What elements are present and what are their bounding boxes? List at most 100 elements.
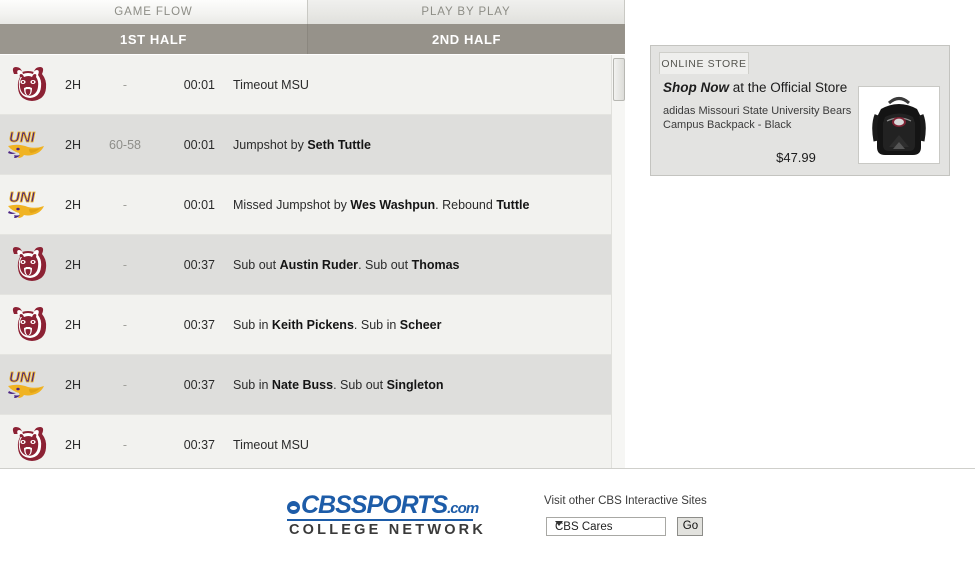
play-period: 2H xyxy=(65,197,81,212)
half-selector-bar: 1ST HALF 2ND HALF xyxy=(0,24,625,54)
backpack-icon xyxy=(859,87,939,163)
play-score: - xyxy=(122,197,128,212)
cbs-sports-college-network-logo[interactable]: CBSSPORTS.com COLLEGE NETWORK xyxy=(287,491,483,538)
northern-iowa-panthers-logo-icon: UNI xyxy=(7,368,44,398)
missouri-state-bears-logo-icon xyxy=(12,246,46,281)
college-network-text: COLLEGE NETWORK xyxy=(289,522,487,538)
half-tab-2nd[interactable]: 2ND HALF xyxy=(308,24,625,54)
online-store-tab-label: ONLINE STORE xyxy=(659,52,749,74)
play-score: 60-58 xyxy=(109,137,141,152)
tab-game-flow[interactable]: GAME FLOW xyxy=(0,0,308,24)
playlist-scrollbar-track[interactable] xyxy=(611,55,625,468)
play-description: Timeout MSU xyxy=(215,78,611,92)
play-clock: 00:37 xyxy=(183,317,215,332)
right-rail: ONLINE STORE Shop Now at the Official St… xyxy=(625,0,975,468)
missouri-state-bears-logo-icon xyxy=(12,306,46,341)
northern-iowa-panthers-logo-icon: UNI xyxy=(7,128,44,158)
store-product-image[interactable] xyxy=(858,86,940,164)
cbs-sports-text: CBSSPORTS xyxy=(301,491,448,519)
play-text: Timeout MSU xyxy=(233,77,309,92)
play-player-name: Keith Pickens xyxy=(271,317,354,332)
site-footer: CBSSPORTS.com COLLEGE NETWORK Visit othe… xyxy=(0,469,975,556)
play-text: Sub in xyxy=(233,377,272,392)
online-store-module: ONLINE STORE Shop Now at the Official St… xyxy=(650,45,950,176)
cbs-logo-underline xyxy=(287,519,473,521)
play-text: . Sub out xyxy=(358,257,412,272)
visit-other-sites-label: Visit other CBS Interactive Sites xyxy=(544,495,707,507)
play-text: Jumpshot by xyxy=(233,137,308,152)
chevron-down-icon xyxy=(555,521,563,526)
play-period: 2H xyxy=(65,377,81,392)
store-headline-rest: at the Official Store xyxy=(729,80,848,95)
play-player-name: Wes Washpun xyxy=(350,197,436,212)
team-logo-cell xyxy=(0,295,55,355)
play-clock: 00:01 xyxy=(183,137,215,152)
play-text: Missed Jumpshot by xyxy=(233,197,351,212)
play-score: - xyxy=(122,317,128,332)
main-tab-strip: GAME FLOW PLAY BY PLAY xyxy=(0,0,625,24)
play-description: Sub out Austin Ruder. Sub out Thomas xyxy=(215,258,611,272)
play-player-name: Nate Buss xyxy=(271,377,334,392)
store-product-name[interactable]: adidas Missouri State University Bears C… xyxy=(663,104,861,132)
play-description: Jumpshot by Seth Tuttle xyxy=(215,138,611,152)
team-logo-cell: UNI xyxy=(0,115,55,175)
play-description: Sub in Keith Pickens. Sub in Scheer xyxy=(215,318,611,332)
interactive-sites-select[interactable]: CBS Cares xyxy=(546,517,666,536)
play-row: 2H -00:37 Sub out Austin Ruder. Sub out Th… xyxy=(0,235,611,295)
team-logo-cell: UNI xyxy=(0,175,55,235)
play-text: . Sub out xyxy=(333,377,387,392)
play-row: UNI 2H - 00:37 Sub in Nate Buss. Sub out Sin… xyxy=(0,355,611,415)
cbs-sports-wordmark: CBSSPORTS.com xyxy=(287,491,479,520)
play-player-name: Austin Ruder xyxy=(279,257,359,272)
interactive-sites-select-value: CBS Cares xyxy=(555,521,613,533)
play-period: 2H xyxy=(65,317,81,332)
team-logo-cell xyxy=(0,55,55,115)
play-rows-container: 2H -00:01 Timeout MSU UNI 2H 60-58 00:01 Jumpsh… xyxy=(0,55,611,468)
play-row: 2H - 00:37 Timeout MSU xyxy=(0,415,611,468)
play-text: . Rebound xyxy=(435,197,497,212)
play-score: - xyxy=(122,437,128,452)
team-logo-cell: UNI xyxy=(0,355,55,415)
team-logo-cell xyxy=(0,235,55,295)
online-store-body: Shop Now at the Official Store adidas Mi… xyxy=(651,74,949,175)
play-period: 2H xyxy=(65,77,81,92)
play-by-play-list: 2H -00:01 Timeout MSU UNI 2H 60-58 00:01 Jumpsh… xyxy=(0,55,625,468)
play-row: 2H - 00:37 Sub in Keith Pickens. Sub in Sch… xyxy=(0,295,611,355)
play-period: 2H xyxy=(65,257,81,272)
northern-iowa-panthers-logo-icon: UNI xyxy=(7,188,44,218)
svg-text:UNI: UNI xyxy=(9,189,36,206)
playlist-scrollbar-thumb[interactable] xyxy=(613,58,625,101)
play-text: Timeout MSU xyxy=(233,437,309,452)
store-product-price: $47.99 xyxy=(776,150,816,165)
svg-text:UNI: UNI xyxy=(9,129,36,146)
play-row: 2H - 00:01 Timeout MSU xyxy=(0,55,611,115)
store-headline-emphasis: Shop Now xyxy=(663,80,729,95)
play-player-name: Seth Tuttle xyxy=(307,137,371,152)
play-clock: 00:37 xyxy=(183,377,215,392)
play-row: UNI 2H -00:01 Missed Jumpshot by Wes Washpu… xyxy=(0,175,611,235)
play-score: - xyxy=(122,257,128,272)
play-player-name: Scheer xyxy=(399,317,442,332)
tab-play-by-play[interactable]: PLAY BY PLAY xyxy=(308,0,625,24)
play-text: Sub in xyxy=(233,317,272,332)
half-tab-1st[interactable]: 1ST HALF xyxy=(0,24,308,54)
missouri-state-bears-logo-icon xyxy=(12,66,46,101)
svg-text:UNI: UNI xyxy=(9,369,36,386)
play-clock: 00:01 xyxy=(183,197,215,212)
play-score: - xyxy=(122,377,128,392)
team-logo-cell xyxy=(0,415,55,469)
play-period: 2H xyxy=(65,437,81,452)
play-score: - xyxy=(122,77,128,92)
cbs-eye-icon xyxy=(287,501,300,514)
missouri-state-bears-logo-icon xyxy=(12,426,46,461)
play-description: Sub in Nate Buss. Sub out Singleton xyxy=(215,378,611,392)
store-headline[interactable]: Shop Now at the Official Store xyxy=(663,80,847,95)
go-button[interactable]: Go xyxy=(677,517,704,536)
play-row: UNI 2H 60-58 00:01 Jumpshot by Seth Tuttle xyxy=(0,115,611,175)
play-period: 2H xyxy=(65,137,81,152)
play-player-name: Tuttle xyxy=(496,197,530,212)
play-clock: 00:37 xyxy=(183,437,215,452)
interactive-sites-control: CBS Cares Go xyxy=(546,517,704,536)
play-description: Missed Jumpshot by Wes Washpun. Rebound … xyxy=(215,198,611,212)
cbs-dotcom-text: .com xyxy=(447,500,479,517)
